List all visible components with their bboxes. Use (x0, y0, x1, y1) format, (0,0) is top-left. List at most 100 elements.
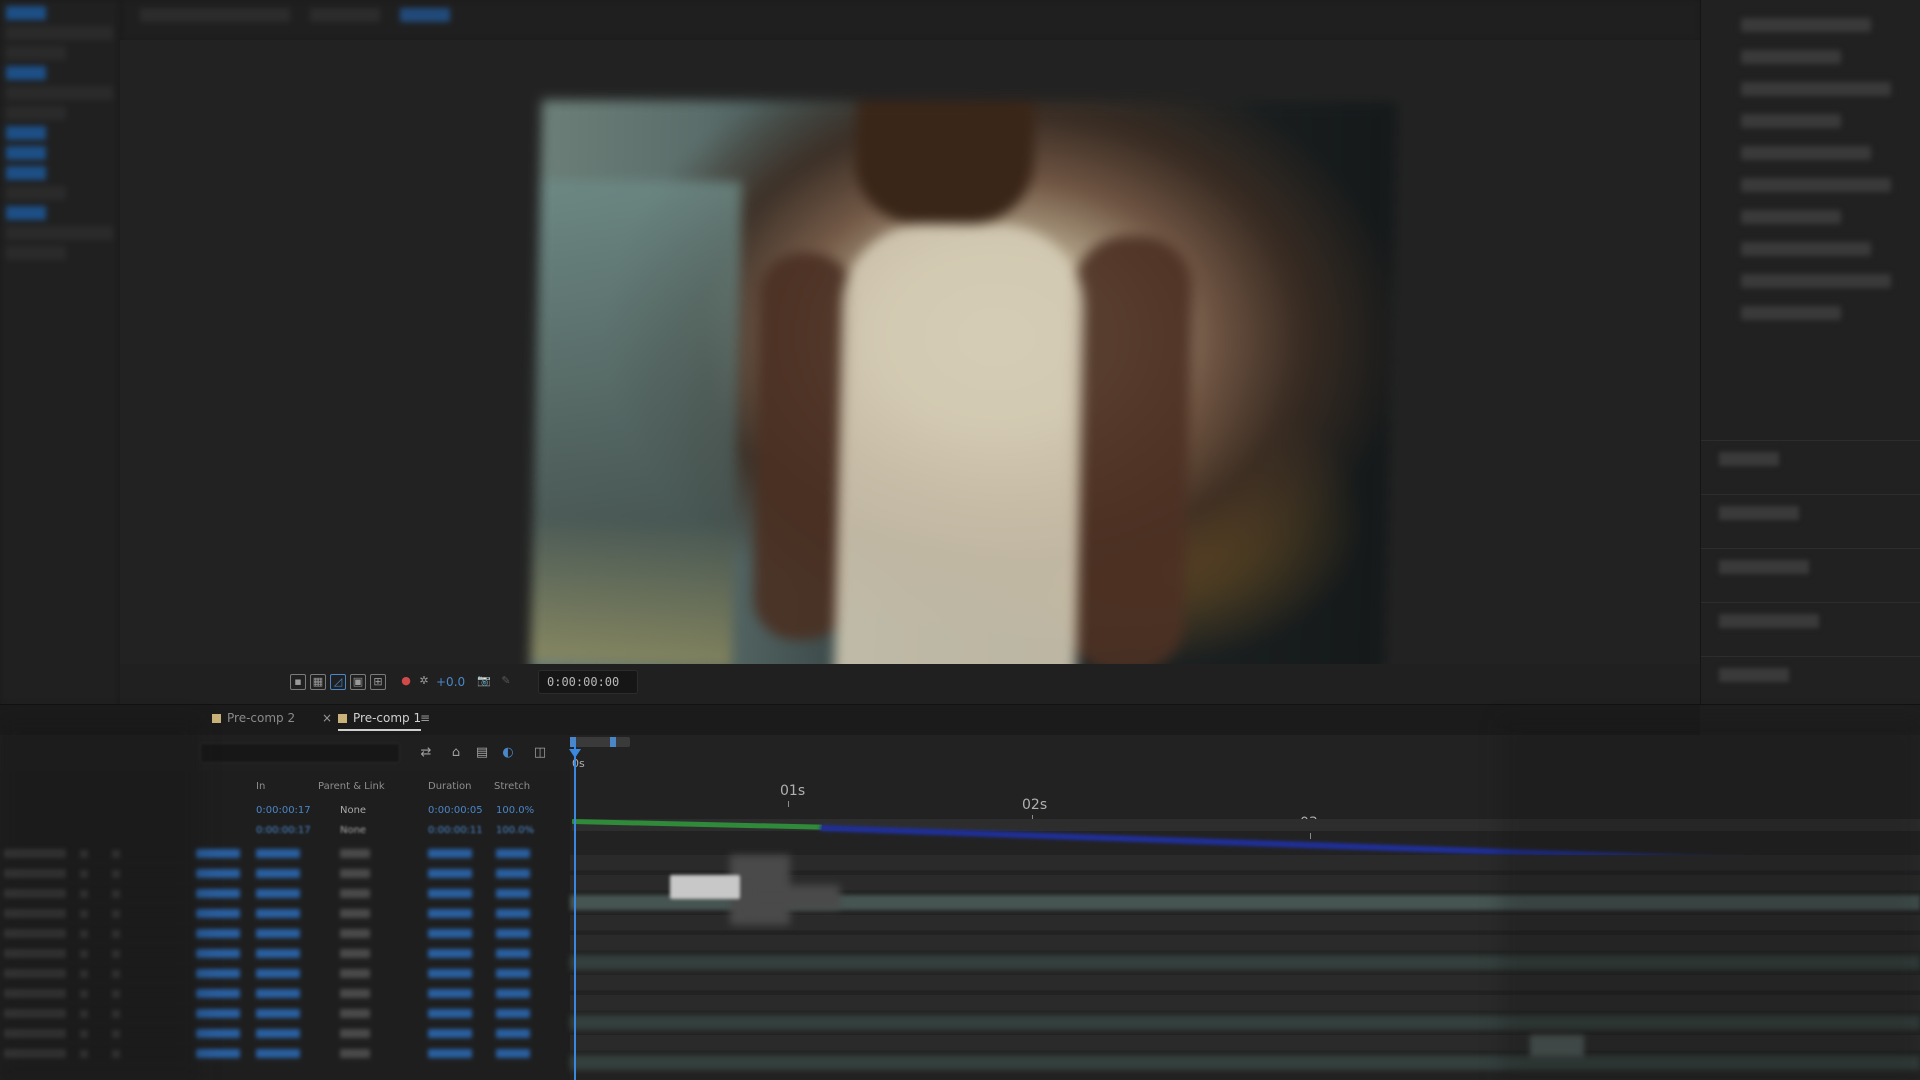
panel-section-libraries[interactable] (1719, 506, 1799, 520)
layer-search-input[interactable] (200, 743, 400, 763)
layer-value[interactable] (256, 929, 300, 938)
layer-parent[interactable] (340, 869, 370, 878)
work-area-bar[interactable] (570, 737, 630, 747)
project-item[interactable] (6, 126, 46, 140)
camera-snapshot-icon[interactable]: 📷 (476, 674, 492, 690)
layer-value[interactable] (496, 889, 530, 898)
viewer-timecode[interactable]: 0:00:00:00 (538, 670, 638, 694)
layer-value[interactable] (196, 949, 240, 958)
layer-value[interactable] (256, 849, 300, 858)
layer-value[interactable] (256, 889, 300, 898)
layer-value[interactable] (496, 1009, 530, 1018)
layer-parent[interactable] (340, 989, 370, 998)
effect-row[interactable] (1741, 210, 1841, 224)
layer-value[interactable] (496, 909, 530, 918)
project-item[interactable] (6, 6, 46, 20)
effect-row[interactable] (1741, 274, 1891, 288)
layer-value[interactable] (428, 989, 472, 998)
layer-value[interactable] (256, 949, 300, 958)
layer-value[interactable] (196, 869, 240, 878)
layer-value[interactable] (196, 1009, 240, 1018)
project-item[interactable] (6, 186, 66, 200)
column-in[interactable]: In (256, 781, 265, 792)
column-duration[interactable]: Duration (428, 781, 471, 792)
graph-editor-icon[interactable]: ◫ (532, 745, 548, 761)
layer-value[interactable] (196, 969, 240, 978)
panel-section-paragraph[interactable] (1719, 614, 1819, 628)
layer-value[interactable] (256, 969, 300, 978)
effect-row[interactable] (1741, 146, 1871, 160)
video-frame[interactable] (530, 100, 1397, 706)
layer-parent[interactable] (340, 1029, 370, 1038)
panel-section-align[interactable] (1719, 452, 1779, 466)
layer-value[interactable] (428, 849, 472, 858)
project-item[interactable] (6, 166, 46, 180)
project-item[interactable] (6, 66, 46, 80)
layer-value[interactable] (496, 969, 530, 978)
layer-value[interactable] (496, 1049, 530, 1058)
effect-row[interactable] (1741, 50, 1841, 64)
layer-value[interactable] (496, 949, 530, 958)
layer-parent[interactable] (340, 889, 370, 898)
effect-row[interactable] (1741, 82, 1891, 96)
reset-exposure-icon[interactable]: ✲ (416, 674, 432, 690)
layer-value[interactable] (196, 849, 240, 858)
layer-value[interactable] (496, 929, 530, 938)
shy-layers-icon[interactable]: ▤ (474, 745, 490, 761)
tab-pre-comp-1[interactable]: Pre-comp 1 (338, 711, 421, 731)
panel-section-character[interactable] (1719, 560, 1809, 574)
layer-value[interactable] (428, 929, 472, 938)
layer-value[interactable] (256, 909, 300, 918)
mask-path-icon[interactable]: ◿ (330, 674, 346, 690)
comp-flowchart-icon[interactable]: ⇄ (418, 745, 434, 761)
layer-value[interactable] (428, 889, 472, 898)
layer-parent[interactable] (340, 949, 370, 958)
composition-viewer[interactable] (120, 40, 1700, 680)
layer-parent[interactable] (340, 969, 370, 978)
project-item[interactable] (6, 86, 113, 100)
layer-value[interactable] (496, 989, 530, 998)
effect-row[interactable] (1741, 178, 1891, 192)
layer-value[interactable] (256, 1009, 300, 1018)
draft-3d-icon[interactable]: ⌂ (448, 745, 464, 761)
layer-value[interactable] (196, 909, 240, 918)
header-tab[interactable] (140, 8, 290, 22)
project-item[interactable] (6, 46, 66, 60)
layer-value[interactable] (196, 1029, 240, 1038)
effect-row[interactable] (1741, 18, 1871, 32)
motion-blur-icon[interactable]: ◐ (500, 745, 516, 761)
layer-value[interactable] (256, 989, 300, 998)
layer-value[interactable] (256, 869, 300, 878)
project-item[interactable] (6, 26, 113, 40)
layer-parent[interactable] (340, 849, 370, 858)
show-snapshot-icon[interactable]: ✎ (498, 674, 514, 690)
layer-parent[interactable] (340, 929, 370, 938)
layer-value[interactable] (196, 989, 240, 998)
panel-section-tracker[interactable] (1719, 668, 1789, 682)
project-item[interactable] (6, 106, 66, 120)
exposure-value[interactable]: +0.0 (436, 675, 465, 689)
layer-value[interactable] (428, 969, 472, 978)
project-item[interactable] (6, 146, 46, 160)
close-tab-icon[interactable]: × (322, 711, 332, 725)
work-area-end-handle[interactable] (610, 737, 616, 747)
roi-icon[interactable]: ▪ (290, 674, 306, 690)
layer-value[interactable] (196, 929, 240, 938)
layer-value[interactable] (428, 1049, 472, 1058)
layer-value[interactable] (256, 1049, 300, 1058)
effect-row[interactable] (1741, 114, 1841, 128)
effect-row[interactable] (1741, 242, 1871, 256)
grid-icon[interactable]: ⊞ (370, 674, 386, 690)
color-channel-icon[interactable]: ● (398, 674, 414, 690)
layer-value[interactable] (196, 1049, 240, 1058)
header-tab-active[interactable] (400, 8, 450, 22)
layer-value[interactable] (256, 1029, 300, 1038)
layer-value[interactable] (428, 1009, 472, 1018)
layer-parent[interactable] (340, 909, 370, 918)
layer-clip[interactable] (750, 885, 840, 909)
layer-parent[interactable] (340, 1049, 370, 1058)
playhead[interactable] (574, 743, 576, 1080)
project-item[interactable] (6, 246, 66, 260)
safe-margins-icon[interactable]: ▣ (350, 674, 366, 690)
layer-value[interactable] (428, 949, 472, 958)
